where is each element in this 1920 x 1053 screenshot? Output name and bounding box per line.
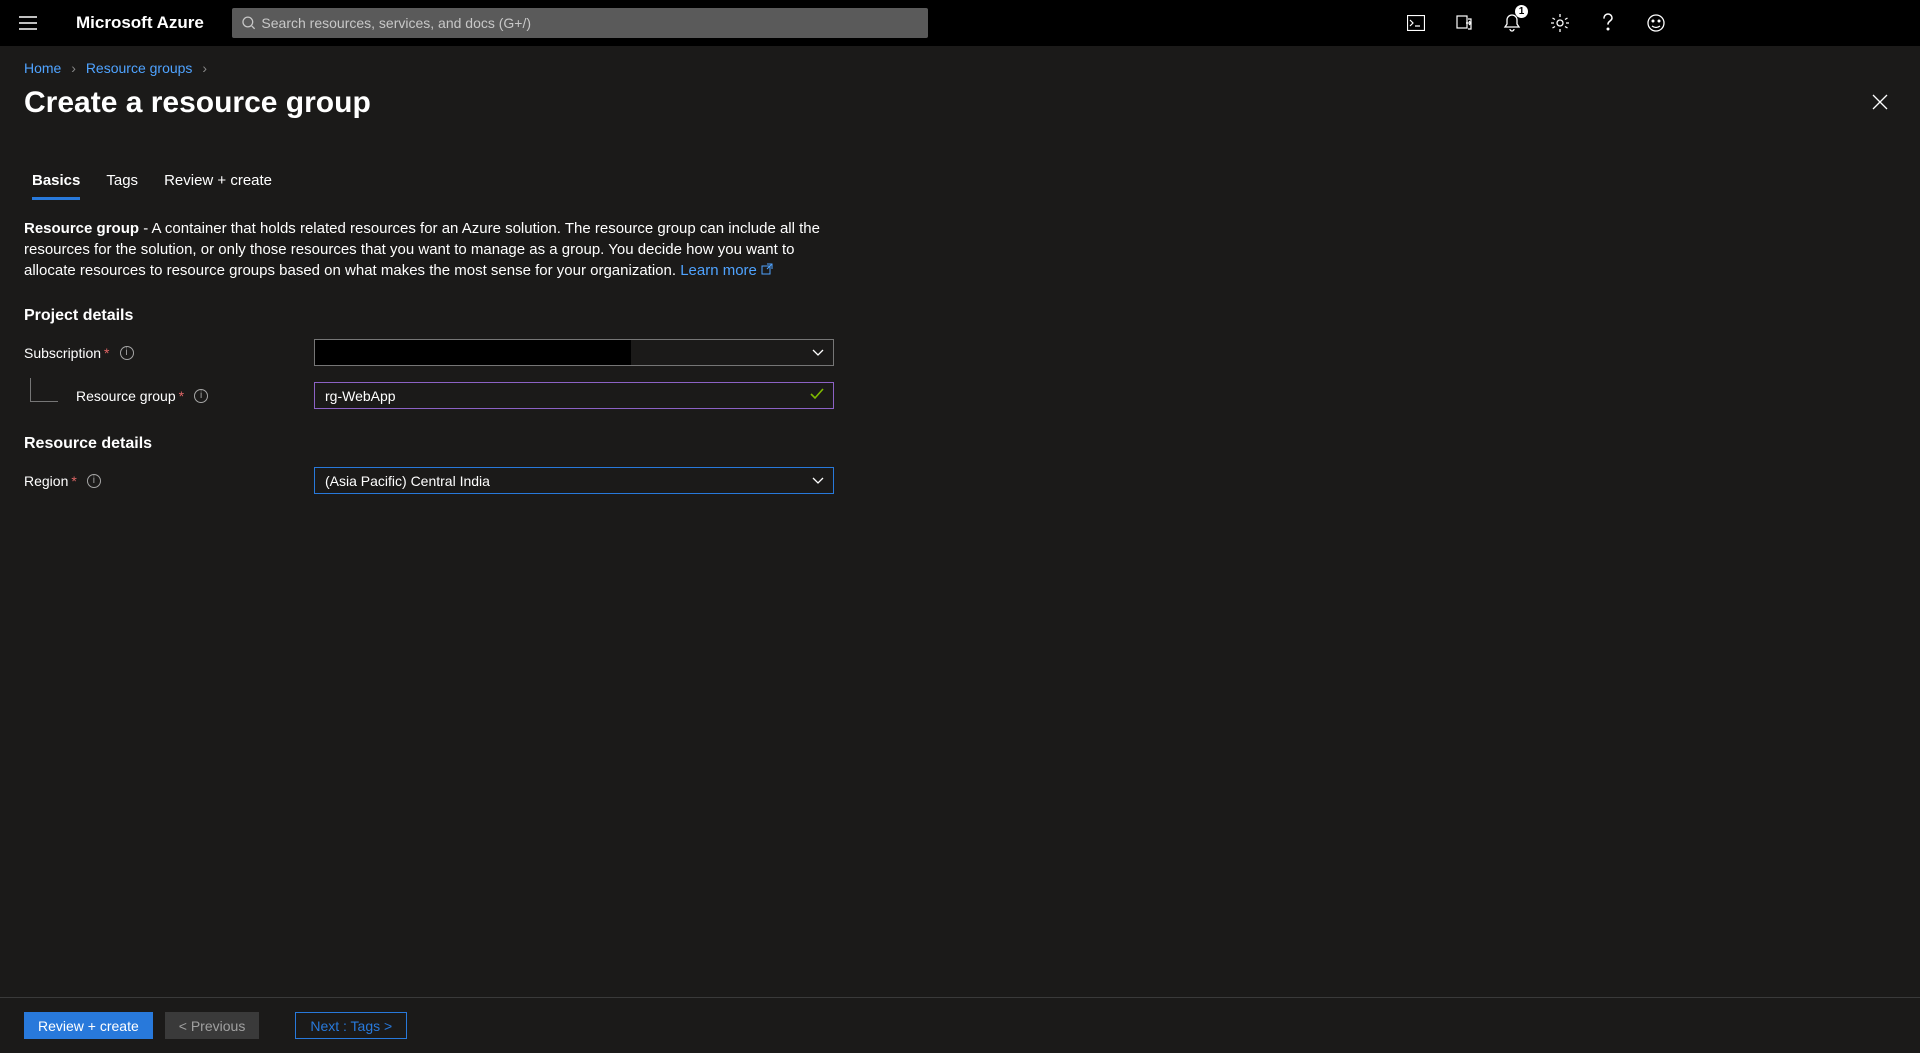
settings-icon[interactable] [1538, 1, 1582, 45]
notification-badge: 1 [1515, 5, 1528, 18]
search-input[interactable] [261, 15, 917, 31]
info-icon[interactable]: i [194, 389, 208, 403]
next-button[interactable]: Next : Tags > [295, 1012, 407, 1039]
info-icon[interactable]: i [120, 346, 134, 360]
cloud-shell-icon[interactable] [1394, 1, 1438, 45]
search-icon [242, 16, 256, 30]
tabs: Basics Tags Review + create [0, 120, 1920, 200]
field-region: Region * i (Asia Pacific) Central India [24, 467, 1896, 494]
page-area: Home › Resource groups › Create a resour… [0, 46, 1920, 1053]
region-label: Region * i [24, 473, 314, 489]
notifications-icon[interactable]: 1 [1490, 1, 1534, 45]
subscription-label-text: Subscription [24, 345, 101, 361]
page-header: Create a resource group [0, 80, 1920, 120]
subscription-label: Subscription * i [24, 345, 314, 361]
field-subscription: Subscription * i [24, 339, 1896, 366]
tab-review[interactable]: Review + create [164, 172, 272, 200]
resource-group-label-text: Resource group [76, 388, 176, 404]
region-select-box[interactable]: (Asia Pacific) Central India [314, 467, 834, 494]
subscription-redacted [315, 340, 631, 365]
review-create-button[interactable]: Review + create [24, 1012, 153, 1039]
top-icons: 1 [1394, 0, 1912, 47]
learn-more-link[interactable]: Learn more [680, 262, 757, 279]
section-project-details: Project details [24, 307, 1896, 325]
page-title: Create a resource group [24, 86, 371, 120]
breadcrumb-sep: › [202, 60, 207, 76]
resource-group-label: Resource group * i [24, 388, 314, 404]
description: Resource group - A container that holds … [24, 218, 824, 281]
content: Resource group - A container that holds … [0, 200, 1920, 997]
footer: Review + create < Previous Next : Tags > [0, 997, 1920, 1053]
required-indicator: * [104, 345, 109, 361]
menu-icon[interactable] [8, 3, 48, 43]
region-select[interactable]: (Asia Pacific) Central India [314, 467, 834, 494]
check-icon [810, 387, 824, 405]
breadcrumb: Home › Resource groups › [0, 46, 1920, 80]
close-icon[interactable] [1864, 86, 1896, 118]
help-icon[interactable] [1586, 1, 1630, 45]
subscription-select[interactable] [314, 339, 834, 366]
account-area[interactable] [1682, 0, 1912, 47]
tab-tags[interactable]: Tags [106, 172, 138, 200]
tab-basics[interactable]: Basics [32, 172, 80, 200]
breadcrumb-home[interactable]: Home [24, 60, 61, 76]
breadcrumb-resource-groups[interactable]: Resource groups [86, 60, 193, 76]
field-resource-group: Resource group * i rg-WebApp [24, 382, 1896, 409]
section-resource-details: Resource details [24, 435, 1896, 453]
resource-group-input[interactable]: rg-WebApp [314, 382, 834, 409]
feedback-icon[interactable] [1634, 1, 1678, 45]
brand-label[interactable]: Microsoft Azure [76, 13, 204, 33]
breadcrumb-sep: › [71, 60, 76, 76]
top-bar: Microsoft Azure 1 [0, 0, 1920, 46]
directory-switch-icon[interactable] [1442, 1, 1486, 45]
previous-button: < Previous [165, 1012, 260, 1039]
description-bold: Resource group [24, 220, 139, 237]
tree-branch-icon [30, 378, 58, 402]
required-indicator: * [71, 473, 76, 489]
resource-group-value[interactable]: rg-WebApp [314, 382, 834, 409]
external-link-icon [761, 260, 773, 281]
required-indicator: * [179, 388, 184, 404]
region-label-text: Region [24, 473, 68, 489]
search-box[interactable] [232, 8, 928, 38]
info-icon[interactable]: i [87, 474, 101, 488]
